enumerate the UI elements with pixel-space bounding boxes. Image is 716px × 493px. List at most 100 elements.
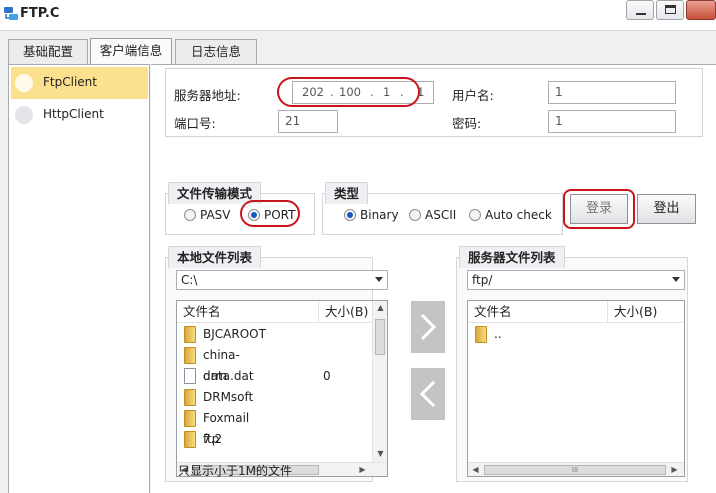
file-icon — [184, 368, 196, 384]
type-legend: 类型 — [325, 182, 369, 204]
radio-label: Binary — [360, 208, 399, 222]
scroll-left-icon[interactable]: ◀ — [468, 463, 483, 476]
local-files-group: 本地文件列表 C:\ 文件名 大小(B) BJCAROOT china-drm — [165, 246, 388, 482]
upload-button[interactable] — [411, 301, 445, 353]
file-name: .. — [494, 327, 502, 341]
username-input[interactable]: 1 — [548, 81, 676, 104]
radio-label: Auto check — [485, 208, 552, 222]
ip-dot: . — [330, 85, 334, 99]
chevron-down-icon — [672, 277, 680, 282]
ip-octet-1: 202 — [302, 85, 324, 99]
list-header: 文件名 大小(B) — [177, 301, 373, 323]
radio-circle — [469, 209, 481, 221]
tab-client-info[interactable]: 客户端信息 — [90, 38, 172, 64]
tab-basic-config[interactable]: 基础配置 — [8, 39, 88, 64]
app-icon — [4, 7, 18, 20]
file-name: china-drm — [203, 348, 240, 383]
minimize-button[interactable] — [626, 0, 654, 20]
vertical-scrollbar[interactable]: ▲ ▼ — [372, 301, 387, 462]
server-path-dropdown[interactable]: ftp/ — [467, 270, 685, 290]
local-path-dropdown[interactable]: C:\ — [176, 270, 388, 290]
folder-icon — [475, 326, 487, 343]
chevron-down-icon — [375, 277, 383, 282]
radio-auto-check[interactable]: Auto check — [469, 208, 552, 222]
port-input[interactable]: 21 — [278, 110, 338, 133]
radio-label: PORT — [264, 208, 296, 222]
radio-circle — [344, 209, 356, 221]
folder-icon — [184, 410, 196, 427]
main-area: 基础配置 客户端信息 日志信息 FtpClient HttpClient 服务器… — [0, 30, 716, 493]
ip-dot: . — [370, 85, 374, 99]
file-size: 0 — [323, 369, 331, 383]
server-path-value: ftp/ — [472, 273, 493, 287]
scroll-thumb[interactable] — [375, 319, 385, 355]
horizontal-scrollbar[interactable]: ◀ III ▶ — [468, 462, 684, 476]
window-title: FTP.C — [20, 6, 60, 21]
scroll-down-icon[interactable]: ▼ — [373, 447, 387, 461]
local-path-value: C:\ — [181, 273, 198, 287]
transfer-mode-legend: 文件传输模式 — [168, 182, 262, 204]
port-label: 端口号: — [174, 116, 216, 131]
radio-binary[interactable]: Binary — [344, 208, 399, 222]
radio-port[interactable]: PORT — [248, 208, 295, 222]
folder-icon — [184, 347, 196, 364]
ip-octet-3: 1 — [383, 85, 391, 99]
server-files-group: 服务器文件列表 ftp/ 文件名 大小(B) .. ◀ III ▶ — [456, 246, 688, 482]
title-bar: FTP.C — [0, 0, 716, 30]
ip-octet-4: 1 — [417, 85, 425, 99]
password-input[interactable]: 1 — [548, 110, 676, 133]
minimize-icon — [636, 13, 646, 15]
server-address-label: 服务器地址: — [174, 88, 241, 103]
radio-circle — [409, 209, 421, 221]
download-button[interactable] — [411, 368, 445, 420]
chevron-left-icon — [419, 380, 436, 408]
client-item-label: FtpClient — [43, 75, 97, 89]
scroll-up-icon[interactable]: ▲ — [373, 301, 387, 315]
column-header-name[interactable]: 文件名 — [468, 301, 608, 323]
filter-note: 只显示小于1M的文件 — [178, 464, 292, 478]
column-header-size[interactable]: 大小(B) — [608, 301, 684, 323]
folder-icon — [184, 431, 196, 448]
transfer-mode-group: 文件传输模式 PASV PORT — [165, 182, 315, 235]
maximize-button[interactable] — [656, 0, 684, 20]
client-item-http[interactable]: HttpClient — [11, 99, 148, 131]
password-label: 密码: — [452, 116, 482, 131]
folder-icon — [184, 326, 196, 343]
client-list: FtpClient HttpClient — [8, 64, 150, 493]
radio-label: PASV — [200, 208, 231, 222]
file-name: ftp — [203, 432, 220, 446]
scroll-right-icon[interactable]: ▶ — [667, 463, 682, 476]
radio-ascii[interactable]: ASCII — [409, 208, 456, 222]
client-item-label: HttpClient — [43, 107, 104, 121]
client-icon — [15, 74, 33, 92]
column-header-size[interactable]: 大小(B) — [319, 301, 373, 323]
logout-button[interactable]: 登出 — [637, 194, 696, 224]
file-name: DRMsoft — [203, 390, 254, 404]
column-header-name[interactable]: 文件名 — [177, 301, 319, 323]
login-button[interactable]: 登录 — [570, 194, 628, 224]
ip-octet-2: 100 — [339, 85, 361, 99]
server-address-input[interactable]: 202 . 100 . 1 . 1 — [292, 81, 434, 104]
radio-label: ASCII — [425, 208, 457, 222]
client-icon — [15, 106, 33, 124]
folder-icon — [184, 389, 196, 406]
server-files-legend: 服务器文件列表 — [459, 246, 565, 268]
chevron-right-icon — [420, 313, 437, 341]
local-files-legend: 本地文件列表 — [168, 246, 262, 268]
file-name: BJCAROOT — [203, 327, 266, 341]
file-name: Foxmail 7.2 — [203, 411, 250, 446]
server-file-list[interactable]: 文件名 大小(B) .. ◀ III ▶ — [467, 300, 685, 477]
tab-strip: 基础配置 客户端信息 日志信息 — [0, 31, 716, 64]
type-group: 类型 Binary ASCII Auto check — [322, 182, 563, 235]
radio-pasv[interactable]: PASV — [184, 208, 231, 222]
local-file-list[interactable]: 文件名 大小(B) BJCAROOT china-drm data.dat 0 — [176, 300, 388, 477]
maximize-icon — [665, 5, 676, 14]
client-item-ftp[interactable]: FtpClient — [11, 67, 148, 99]
scroll-thumb[interactable]: III — [484, 465, 666, 475]
scroll-right-icon[interactable]: ▶ — [355, 463, 370, 476]
server-settings-group: 服务器地址: 202 . 100 . 1 . 1 用户名: 1 端口号: 21 … — [165, 68, 703, 137]
list-header: 文件名 大小(B) — [468, 301, 684, 323]
tab-log-info[interactable]: 日志信息 — [175, 39, 257, 64]
client-settings: 服务器地址: 202 . 100 . 1 . 1 用户名: 1 端口号: 21 … — [151, 64, 716, 493]
close-button[interactable] — [686, 0, 716, 20]
